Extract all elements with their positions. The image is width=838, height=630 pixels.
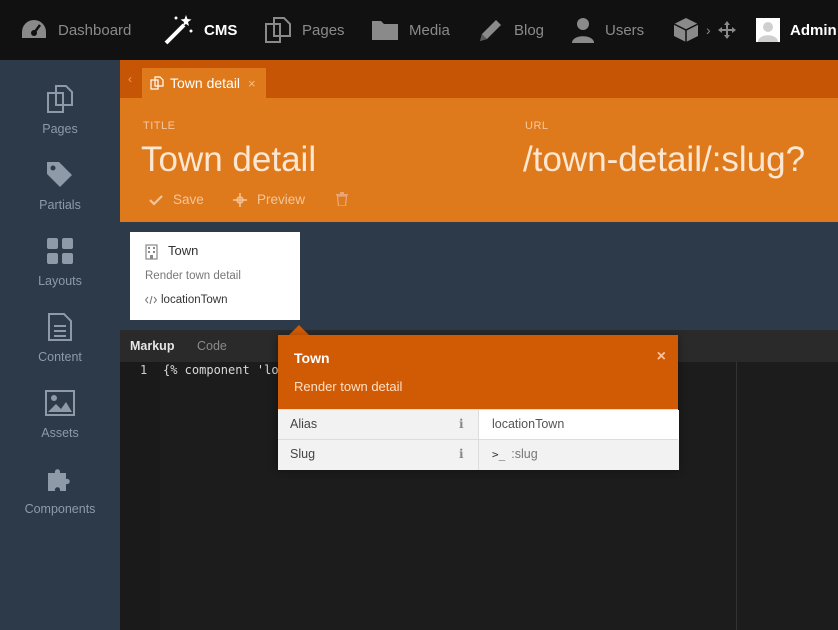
avatar [756,18,780,42]
admin-menu[interactable]: Admin [756,16,837,44]
nav-blog[interactable]: Blog [478,0,544,60]
slug-value-wrap: >_ :slug [492,447,538,461]
sidebar-item-content[interactable]: Content [0,288,120,364]
components-area: Town Render town detail locationTown [120,222,838,330]
tab-markup[interactable]: Markup [130,339,174,353]
nav-pages-label: Pages [302,21,345,39]
sidebar-item-layouts[interactable]: Layouts [0,212,120,288]
popup-arrow [289,325,309,335]
tags-icon [0,158,120,192]
tab-close-button[interactable]: × [248,76,256,91]
pages-icon [0,82,120,116]
tab-code[interactable]: Code [197,339,227,353]
terminal-icon: >_ [492,447,506,461]
property-key: Alias [290,417,318,431]
sidebar-item-assets[interactable]: Assets [0,364,120,440]
sidebar-item-pages[interactable]: Pages [0,60,120,136]
nav-dashboard-label: Dashboard [58,21,132,39]
code-line: {% component 'lo [163,363,279,377]
nav-dashboard[interactable]: Dashboard [20,0,131,60]
sidebar-item-label: Pages [42,122,78,136]
nav-cube[interactable] [672,0,700,60]
image-icon [0,386,120,420]
property-key: Slug [290,447,316,461]
url-label: URL [525,120,549,132]
alias-input[interactable]: locationTown [478,410,679,440]
component-card-description: Render town detail [145,270,241,282]
nav-users[interactable]: Users [571,0,644,60]
tabs-bar: ‹ Town detail × [120,60,838,98]
sidebar-item-label: Layouts [38,274,82,288]
puzzle-icon [0,462,120,496]
sidebar: Pages Partials Layouts Content Assets Co… [0,60,120,630]
popup-title: Town [294,350,330,366]
save-label: Save [173,192,204,207]
pages-icon [150,76,164,90]
file-text-icon [0,310,120,344]
nav-cms[interactable]: CMS [162,0,237,60]
nav-cms-label: CMS [204,21,238,39]
nav-more-chevron[interactable]: › [706,0,711,60]
component-card-alias: locationTown [145,294,227,306]
title-input[interactable]: Town detail [141,140,316,180]
dashboard-icon [20,18,48,42]
slug-value: :slug [511,447,538,461]
folder-icon [371,18,399,42]
sidebar-item-label: Content [38,350,82,364]
nav-media-label: Media [409,21,450,39]
trash-icon [336,192,348,206]
cube-icon [672,16,700,44]
property-row-slug: Slug i >_ :slug [278,439,679,470]
nav-pages[interactable]: Pages [264,0,345,60]
component-card-title: Town [168,243,199,258]
tabs-scroll-left[interactable]: ‹ [128,72,132,86]
pencil-icon [478,17,504,43]
nav-media[interactable]: Media [371,0,450,60]
info-icon[interactable]: i [459,417,464,431]
alias-value: locationTown [492,417,565,431]
grid-icon [0,234,120,268]
info-icon[interactable]: i [459,447,464,461]
nav-blog-label: Blog [514,21,545,39]
sidebar-item-partials[interactable]: Partials [0,136,120,212]
sidebar-item-label: Partials [39,198,81,212]
title-label: TITLE [143,120,176,132]
tab-town-detail[interactable]: Town detail × [142,68,266,98]
magic-wand-icon [162,13,194,47]
user-icon [571,17,595,43]
nav-move[interactable] [718,0,736,60]
property-row-alias: Alias i locationTown [278,409,679,440]
sidebar-item-components[interactable]: Components [0,440,120,516]
nav-users-label: Users [605,21,645,39]
popup-close-button[interactable]: × [657,348,666,366]
editor-ruler [736,362,737,630]
preview-button[interactable]: Preview [233,192,305,207]
url-input[interactable]: /town-detail/:slug? [523,140,805,180]
delete-button[interactable] [336,192,348,206]
editor-gutter [120,362,160,630]
popup-description: Render town detail [294,379,403,394]
sidebar-item-label: Components [24,502,96,516]
code-icon [145,295,157,305]
component-card-alias-text: locationTown [161,294,228,306]
line-number: 1 [140,363,148,377]
component-inspector-popup: Town Render town detail × Alias i locati… [278,335,679,470]
slug-input[interactable]: >_ :slug [478,440,679,470]
check-icon [149,194,163,206]
building-icon [145,244,158,260]
component-card-town[interactable]: Town Render town detail locationTown [130,232,300,320]
sidebar-item-label: Assets [41,426,79,440]
admin-label: Admin [790,21,837,39]
save-button[interactable]: Save [149,192,204,207]
move-icon [718,21,736,39]
tab-label: Town detail [170,75,241,91]
pages-icon [264,16,292,44]
page-form-header: TITLE Town detail URL /town-detail/:slug… [120,98,838,222]
crosshair-icon [233,192,247,207]
popup-header: Town Render town detail × [278,335,678,409]
top-navbar: Dashboard CMS Pages Media Blog Users › A… [0,0,838,60]
preview-label: Preview [257,192,306,207]
